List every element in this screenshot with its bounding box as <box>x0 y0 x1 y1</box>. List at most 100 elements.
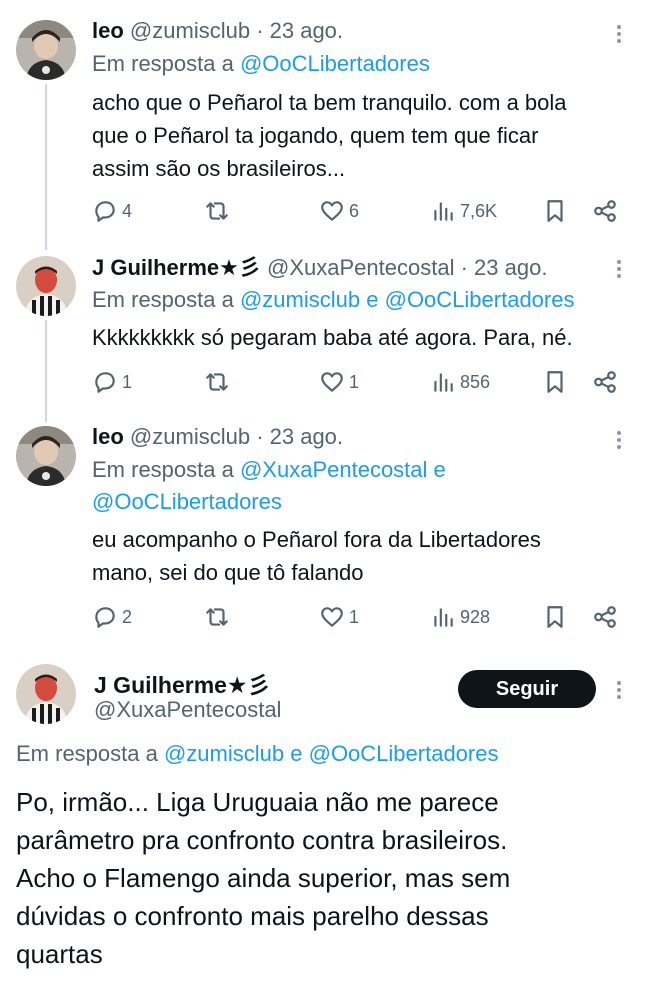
text-line: mano, sei do que tô falando <box>92 560 364 585</box>
tweet-meta: leo @zumisclub · 23 ago. <box>92 17 343 45</box>
reply-prefix: Em resposta a <box>16 741 158 766</box>
reply-count: 4 <box>122 200 133 221</box>
avatar[interactable] <box>16 426 76 486</box>
mention-link[interactable]: @OoCLibertadores <box>309 741 499 766</box>
reply-prefix: Em resposta a <box>92 457 234 482</box>
author-handle[interactable]: @zumisclub <box>130 424 250 449</box>
text-line: Po, irmão... Liga Uruguaia não me parece <box>16 787 499 817</box>
retweet-icon <box>206 373 228 391</box>
like-count: 1 <box>349 606 360 627</box>
retweet-icon <box>206 202 228 220</box>
more-icon[interactable] <box>617 678 623 702</box>
view-count: 928 <box>460 606 491 627</box>
tweet-text: Po, irmão... Liga Uruguaia não me parece… <box>16 783 636 973</box>
thread-line <box>45 320 47 422</box>
timestamp[interactable]: · 23 ago. <box>256 18 343 43</box>
bookmark-button[interactable] <box>542 602 568 632</box>
retweet-button[interactable] <box>204 367 230 397</box>
like-button[interactable]: 1 <box>319 602 359 632</box>
avatar[interactable] <box>16 20 76 80</box>
mention-link[interactable]: @OoCLibertadores <box>240 51 430 76</box>
tweet-text: Kkkkkkkkk só pegaram baba até agora. Par… <box>92 321 573 354</box>
tweet-text: eu acompanho o Peñarol fora da Libertado… <box>92 523 541 589</box>
text-line: eu acompanho o Peñarol fora da Libertado… <box>92 527 541 552</box>
reply-conjunction: e <box>433 457 446 482</box>
more-icon[interactable] <box>617 428 623 452</box>
like-button[interactable]: 6 <box>319 196 359 226</box>
bookmark-icon <box>547 200 563 222</box>
reply-icon <box>95 607 115 628</box>
more-icon[interactable] <box>617 22 623 46</box>
mention-link[interactable]: @XuxaPentecostal <box>240 457 427 482</box>
text-line: Kkkkkkkkk só pegaram baba até agora. Par… <box>92 325 573 350</box>
mention-link[interactable]: @zumisclub <box>164 741 284 766</box>
author-name[interactable]: J Guilherme★彡 <box>94 666 271 700</box>
share-button[interactable] <box>592 367 618 397</box>
views-button[interactable]: 7,6K <box>430 196 497 226</box>
views-icon <box>434 373 453 392</box>
text-line: que o Peñarol ta jogando, quem tem que f… <box>92 123 539 148</box>
author-handle[interactable]: @zumisclub <box>130 18 250 43</box>
reply-icon <box>95 372 115 393</box>
reply-context: Em resposta a @OoCLibertadores <box>92 48 430 80</box>
tweet-text: acho que o Peñarol ta bem tranquilo. com… <box>92 86 567 185</box>
action-bar: 1 1 856 <box>92 367 622 397</box>
timestamp[interactable]: · 23 ago. <box>461 255 548 280</box>
text-line: quartas <box>16 939 103 969</box>
mention-link[interactable]: @zumisclub <box>240 287 360 312</box>
reply-prefix: Em resposta a <box>92 51 234 76</box>
reply-context: Em resposta a @zumisclub e @OoCLibertado… <box>92 284 574 316</box>
more-icon[interactable] <box>617 257 623 281</box>
share-button[interactable] <box>592 196 618 226</box>
retweet-icon <box>206 608 228 626</box>
like-button[interactable]: 1 <box>319 367 359 397</box>
like-icon <box>321 201 343 221</box>
retweet-button[interactable] <box>204 602 230 632</box>
thread-line <box>45 84 47 250</box>
avatar[interactable] <box>16 256 76 316</box>
like-count: 6 <box>349 200 360 221</box>
views-icon <box>434 202 453 221</box>
bookmark-button[interactable] <box>542 367 568 397</box>
reply-count: 2 <box>122 606 133 627</box>
share-icon <box>594 200 616 222</box>
avatar[interactable] <box>16 664 76 724</box>
bookmark-icon <box>547 371 563 393</box>
reply-context: Em resposta a @XuxaPentecostal e @OoCLib… <box>92 454 632 518</box>
reply-prefix: Em resposta a <box>92 287 234 312</box>
text-line: acho que o Peñarol ta bem tranquilo. com… <box>92 90 567 115</box>
action-bar: 4 6 7,6K <box>92 196 622 226</box>
like-icon <box>321 372 343 392</box>
timestamp[interactable]: · 23 ago. <box>256 424 343 449</box>
tweet-meta: leo @zumisclub · 23 ago. <box>92 423 343 451</box>
reply-button[interactable]: 2 <box>92 602 132 632</box>
author-name[interactable]: J Guilherme★彡 <box>92 255 261 280</box>
like-icon <box>321 607 343 627</box>
bookmark-icon <box>547 606 563 628</box>
retweet-button[interactable] <box>204 196 230 226</box>
view-count: 7,6K <box>460 200 498 221</box>
text-line: dúvidas o confronto mais parelho dessas <box>16 901 489 931</box>
reply-button[interactable]: 1 <box>92 367 132 397</box>
bookmark-button[interactable] <box>542 196 568 226</box>
reply-icon <box>95 201 115 222</box>
views-button[interactable]: 928 <box>430 602 490 632</box>
reply-conjunction: e <box>366 287 379 312</box>
reply-conjunction: e <box>290 741 303 766</box>
share-icon <box>594 371 616 393</box>
share-button[interactable] <box>592 602 618 632</box>
text-line: assim são os brasileiros... <box>92 156 346 181</box>
follow-button[interactable]: Seguir <box>458 670 596 708</box>
author-handle[interactable]: @XuxaPentecostal <box>94 697 281 723</box>
views-button[interactable]: 856 <box>430 367 490 397</box>
author-name[interactable]: leo <box>92 424 124 449</box>
reply-button[interactable]: 4 <box>92 196 132 226</box>
like-count: 1 <box>349 371 360 392</box>
author-handle[interactable]: @XuxaPentecostal <box>267 255 454 280</box>
view-count: 856 <box>460 371 491 392</box>
mention-link[interactable]: @OoCLibertadores <box>385 287 575 312</box>
mention-link[interactable]: @OoCLibertadores <box>92 489 282 514</box>
author-name[interactable]: leo <box>92 18 124 43</box>
text-line: parâmetro pra confronto contra brasileir… <box>16 825 508 855</box>
reply-count: 1 <box>122 371 133 392</box>
